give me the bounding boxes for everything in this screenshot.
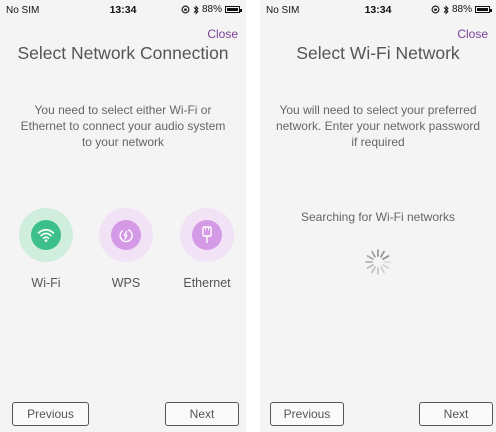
status-bar: No SIM 13:34 88% bbox=[0, 0, 246, 20]
ethernet-plug-icon bbox=[202, 226, 212, 243]
status-bar: No SIM 13:34 88% bbox=[260, 0, 496, 20]
page-title: Select Network Connection bbox=[17, 43, 229, 63]
previous-button[interactable]: Previous bbox=[12, 402, 89, 426]
select-network-connection-screen: No SIM 13:34 88% Close Select Network Co… bbox=[0, 0, 246, 432]
battery-icon bbox=[475, 6, 492, 13]
wifi-option-label: Wi-Fi bbox=[31, 276, 61, 290]
page-title: Select Wi-Fi Network bbox=[296, 43, 460, 63]
bluetooth-icon bbox=[193, 4, 199, 15]
spinner-tick bbox=[371, 266, 376, 274]
wps-option-disc bbox=[111, 220, 141, 250]
wps-option-halo bbox=[99, 208, 153, 262]
ethernet-option-disc bbox=[192, 220, 222, 250]
ethernet-option-label: Ethernet bbox=[183, 276, 231, 290]
previous-button[interactable]: Previous bbox=[270, 402, 344, 426]
orientation-lock-icon bbox=[431, 5, 440, 14]
spinner-tick bbox=[371, 250, 376, 258]
ethernet-option[interactable]: Ethernet bbox=[172, 208, 242, 290]
close-link[interactable]: Close bbox=[207, 27, 238, 41]
next-button[interactable]: Next bbox=[165, 402, 239, 426]
carrier-label: No SIM bbox=[266, 5, 300, 16]
status-indicators: 88% bbox=[181, 4, 242, 15]
spinner-tick bbox=[382, 264, 390, 269]
spinner-tick bbox=[366, 264, 374, 269]
clock: 13:34 bbox=[109, 4, 137, 16]
battery-percent: 88% bbox=[451, 4, 472, 15]
wifi-option-disc bbox=[31, 220, 61, 250]
clock: 13:34 bbox=[364, 4, 392, 16]
wps-icon bbox=[119, 229, 133, 243]
spinner-tick bbox=[366, 255, 374, 260]
close-link[interactable]: Close bbox=[457, 27, 488, 41]
instruction-text: You will need to select your preferred n… bbox=[275, 103, 481, 149]
wps-option[interactable]: WPS bbox=[91, 208, 161, 290]
bluetooth-icon bbox=[443, 4, 449, 15]
instruction-text: You need to select either Wi-Fi or Ether… bbox=[20, 103, 226, 149]
searching-status-text: Searching for Wi-Fi networks bbox=[300, 210, 456, 224]
ethernet-option-halo bbox=[180, 208, 234, 262]
spinner-tick bbox=[382, 255, 390, 260]
status-indicators: 88% bbox=[431, 4, 492, 15]
wifi-option-halo bbox=[19, 208, 73, 262]
next-button[interactable]: Next bbox=[419, 402, 493, 426]
spinner-tick bbox=[380, 250, 385, 258]
battery-icon bbox=[225, 6, 242, 13]
carrier-label: No SIM bbox=[6, 5, 40, 16]
battery-fill bbox=[227, 8, 238, 11]
wps-option-label: WPS bbox=[111, 276, 141, 290]
select-wifi-network-screen: No SIM 13:34 88% Close Select Wi-Fi Netw… bbox=[260, 0, 496, 432]
wifi-option[interactable]: Wi-Fi bbox=[11, 208, 81, 290]
battery-fill bbox=[477, 8, 488, 11]
connection-options: Wi-Fi WPS Ethernet bbox=[0, 208, 246, 298]
battery-percent: 88% bbox=[201, 4, 222, 15]
wifi-icon bbox=[37, 228, 55, 242]
spinner-tick bbox=[380, 266, 385, 274]
orientation-lock-icon bbox=[181, 5, 190, 14]
loading-spinner-icon bbox=[365, 249, 391, 275]
